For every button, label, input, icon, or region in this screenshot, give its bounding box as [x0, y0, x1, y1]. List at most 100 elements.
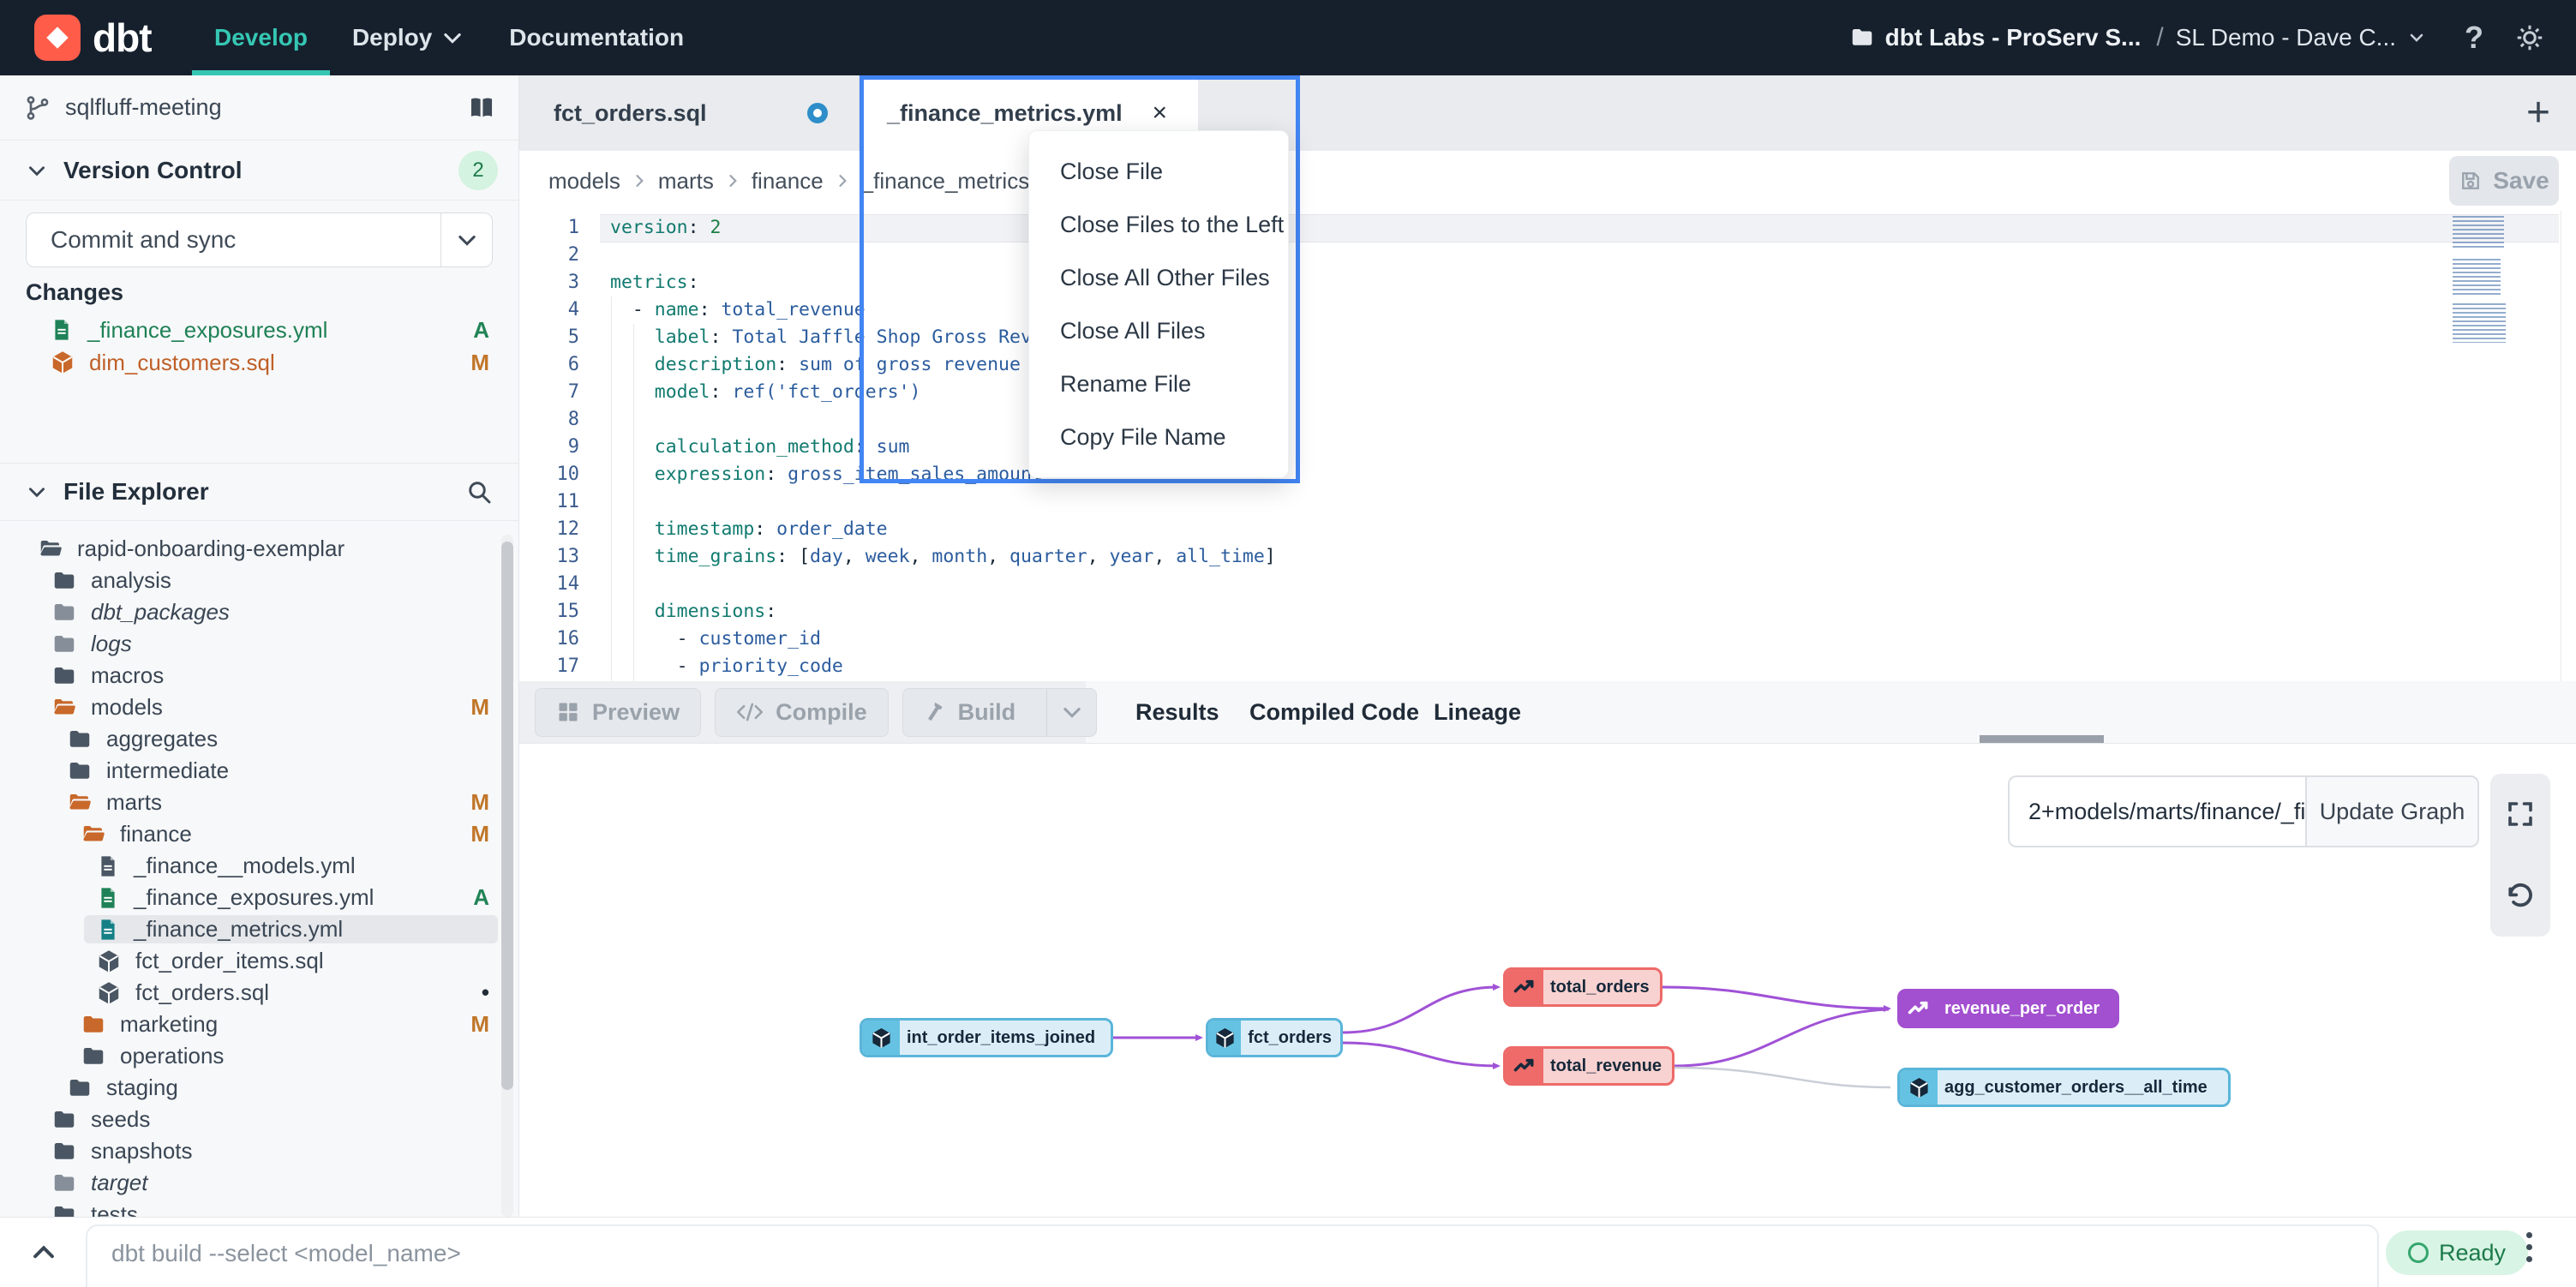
toolbar-compile-button[interactable]: Compile [715, 688, 889, 737]
chevron-down-icon [440, 26, 464, 50]
trend-node-icon [1900, 991, 1938, 1026]
tree-item-tests[interactable]: tests [0, 1199, 518, 1217]
dbt-command-input[interactable] [87, 1226, 2377, 1281]
lineage-node-int_order_items_joined[interactable]: int_order_items_joined [860, 1018, 1113, 1057]
status-dot-icon [2408, 1242, 2429, 1263]
panel-tab-lineage[interactable]: Lineage [1434, 681, 1521, 743]
yml-file-icon [96, 854, 120, 878]
tree-item-intermediate[interactable]: intermediate [0, 755, 518, 787]
gear-icon[interactable] [2514, 22, 2545, 53]
tree-item-macros[interactable]: macros [0, 660, 518, 691]
save-button[interactable]: Save [2449, 156, 2559, 206]
tree-item-models[interactable]: modelsM [0, 691, 518, 723]
help-icon[interactable]: ? [2465, 20, 2483, 56]
version-control-header[interactable]: Version Control 2 [0, 141, 518, 201]
branch-name: sqlfluff-meeting [65, 94, 222, 121]
tree-item-dbt-packages[interactable]: dbt_packages [0, 596, 518, 628]
cube-node-icon [1900, 1070, 1938, 1104]
menu-item-close-all-other-files[interactable]: Close All Other Files [1029, 251, 1288, 304]
docs-book-icon[interactable] [467, 93, 496, 123]
changed-file-row[interactable]: dim_customers.sql M [0, 346, 518, 379]
tree-item-label: logs [91, 631, 132, 657]
tree-item-marts[interactable]: martsM [0, 787, 518, 818]
search-icon[interactable] [465, 478, 493, 506]
tree-item-finance[interactable]: financeM [0, 818, 518, 850]
chevron-right-icon [631, 172, 648, 189]
account-name[interactable]: dbt Labs - ProServ S... [1885, 24, 2142, 51]
nav-item-deploy[interactable]: Deploy [330, 0, 487, 75]
file-explorer-header[interactable]: File Explorer [0, 463, 518, 521]
changed-file-row[interactable]: _finance_exposures.ymlA [0, 314, 518, 346]
new-tab-button[interactable]: + [2526, 91, 2550, 135]
code-editor[interactable]: 1234567891011121314151617 version: 2metr… [519, 211, 2576, 681]
tree-item-logs[interactable]: logs [0, 628, 518, 660]
tree-item--finance-metrics-yml[interactable]: _finance_metrics.yml [0, 913, 518, 945]
tree-item-label: tests [91, 1201, 138, 1217]
scrollbar-thumb[interactable] [501, 542, 513, 1090]
button-label: Compile [776, 699, 867, 726]
menu-item-close-file[interactable]: Close File [1029, 145, 1288, 198]
minimap-block [2453, 216, 2504, 250]
tree-item-label: fct_order_items.sql [135, 948, 324, 974]
tree-item--finance-exposures-yml[interactable]: _finance_exposures.ymlA [0, 882, 518, 913]
tree-item-seeds[interactable]: seeds [0, 1104, 518, 1135]
toolbar-preview-button[interactable]: Preview [535, 688, 701, 737]
branch-row[interactable]: sqlfluff-meeting [0, 75, 518, 141]
kebab-menu-icon[interactable] [2526, 1232, 2532, 1262]
toolbar-build-button[interactable]: Build [902, 688, 1098, 737]
lineage-node-fct_orders[interactable]: fct_orders [1206, 1018, 1343, 1057]
breadcrumb-item[interactable]: marts [658, 168, 714, 195]
tree-item-fct-order-items-sql[interactable]: fct_order_items.sql [0, 945, 518, 977]
lineage-selector-input[interactable] [2008, 775, 2305, 847]
commit-and-sync-button[interactable]: Commit and sync [26, 213, 493, 267]
reset-view-icon[interactable] [2504, 879, 2537, 912]
button-main[interactable]: Build [903, 699, 1035, 726]
tree-item-label: models [91, 694, 163, 721]
tree-item-target[interactable]: target [0, 1167, 518, 1199]
tab-fct-orders[interactable]: fct_orders.sql [519, 75, 860, 151]
tree-item-rapid-onboarding-exemplar[interactable]: rapid-onboarding-exemplar [0, 533, 518, 565]
tree-item-aggregates[interactable]: aggregates [0, 723, 518, 755]
folder-icon [51, 568, 77, 594]
tree-item-analysis[interactable]: analysis [0, 565, 518, 596]
chevron-down-icon[interactable] [2406, 27, 2427, 48]
minimap[interactable] [2453, 216, 2513, 343]
panel-tab-compiled-code[interactable]: Compiled Code [1249, 681, 1419, 743]
lineage-tools [2490, 774, 2550, 937]
dbt-brand[interactable]: dbt [34, 0, 152, 75]
line-number: 5 [519, 324, 579, 351]
file-tree-scrollbar[interactable] [501, 535, 513, 1217]
tree-item-fct-orders-sql[interactable]: fct_orders.sql• [0, 977, 518, 1009]
breadcrumb-item[interactable]: finance [752, 168, 824, 195]
lineage-node-total_orders[interactable]: total_orders [1503, 967, 1662, 1007]
tree-item-snapshots[interactable]: snapshots [0, 1135, 518, 1167]
commit-options-caret[interactable] [440, 213, 492, 266]
folder-icon [51, 1139, 77, 1164]
nav-item-develop[interactable]: Develop [192, 0, 330, 75]
changed-file-name: dim_customers.sql [89, 350, 275, 376]
tree-item-label: macros [91, 662, 164, 689]
trend-node-icon [1506, 970, 1543, 1004]
lineage-node-total_revenue[interactable]: total_revenue [1503, 1046, 1674, 1086]
fullscreen-icon[interactable] [2505, 799, 2536, 829]
git-status-badge: M [470, 350, 489, 376]
tree-item-marketing[interactable]: marketingM [0, 1009, 518, 1040]
menu-item-close-files-to-the-left[interactable]: Close Files to the Left [1029, 198, 1288, 251]
project-name[interactable]: SL Demo - Dave C... [2176, 24, 2396, 51]
tree-item-staging[interactable]: staging [0, 1072, 518, 1104]
menu-item-copy-file-name[interactable]: Copy File Name [1029, 410, 1288, 464]
tree-item-operations[interactable]: operations [0, 1040, 518, 1072]
breadcrumb-item[interactable]: models [548, 168, 620, 195]
nav-item-documentation[interactable]: Documentation [487, 0, 706, 75]
tree-item-label: seeds [91, 1106, 150, 1133]
panel-tab-results[interactable]: Results [1135, 681, 1219, 743]
folder-icon [51, 1202, 77, 1218]
tree-item--finance-models-yml[interactable]: _finance__models.yml [0, 850, 518, 882]
menu-item-rename-file[interactable]: Rename File [1029, 357, 1288, 410]
chevron-up-icon[interactable] [29, 1238, 58, 1267]
lineage-node-agg_customer_orders__all_time[interactable]: agg_customer_orders__all_time [1897, 1068, 2231, 1107]
close-icon[interactable]: × [1152, 99, 1167, 128]
update-graph-button[interactable]: Update Graph [2305, 775, 2479, 847]
lineage-node-revenue_per_order[interactable]: revenue_per_order [1897, 989, 2119, 1028]
menu-item-close-all-files[interactable]: Close All Files [1029, 304, 1288, 357]
